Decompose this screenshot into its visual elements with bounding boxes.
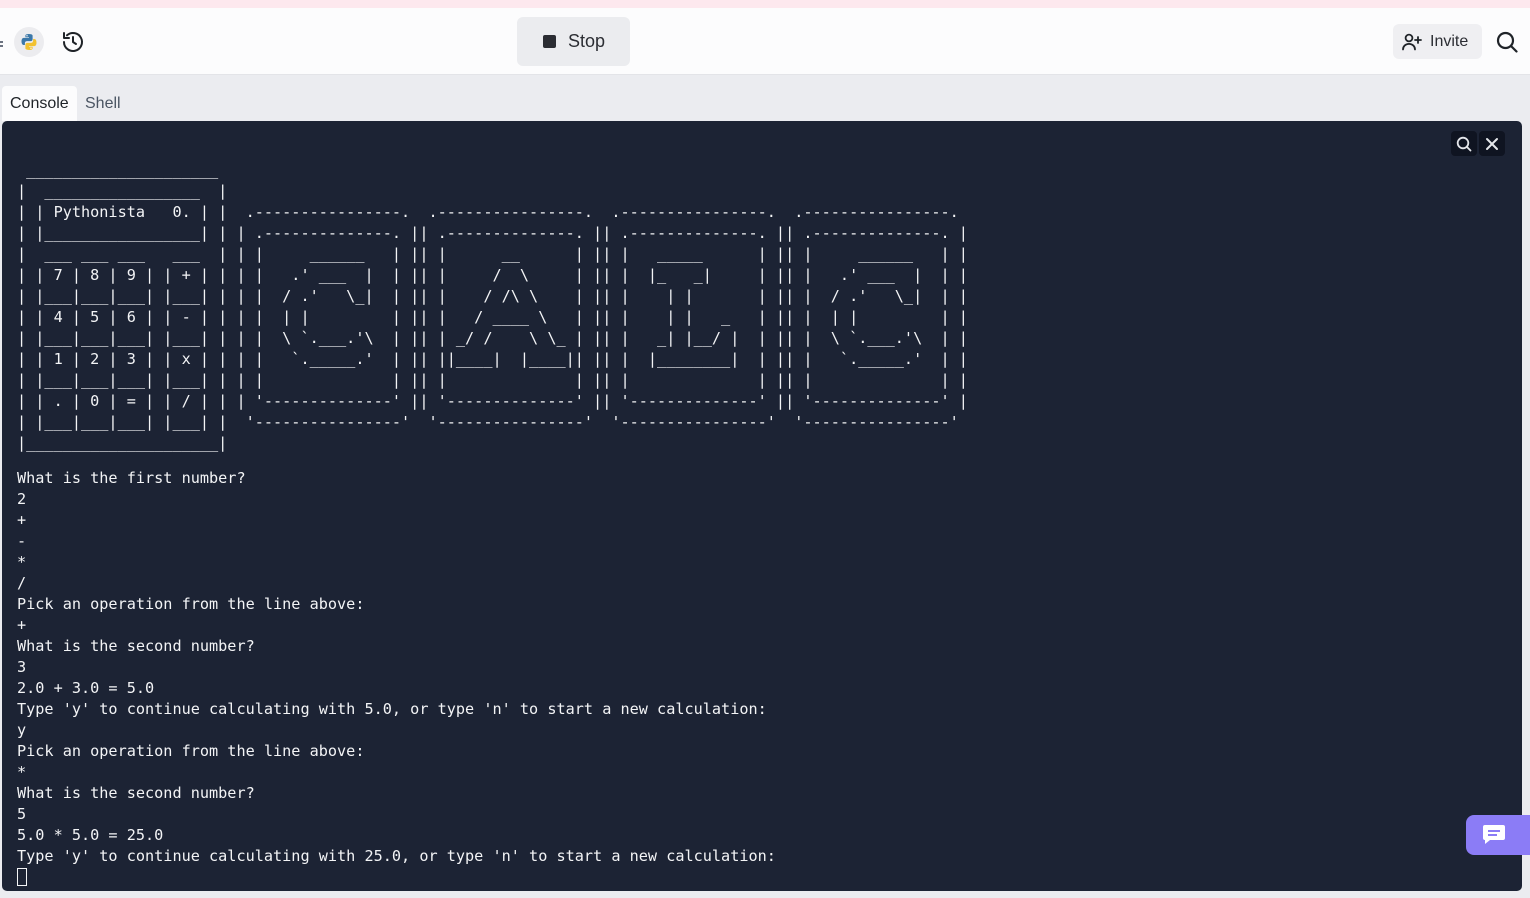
invite-button[interactable]: Invite [1393,24,1482,59]
workspace-header: Stop Invite [0,8,1530,75]
stop-button[interactable]: Stop [517,17,630,66]
console-line: 5.0 * 5.0 = 25.0 [17,826,164,844]
history-icon[interactable] [58,27,88,57]
search-icon [1456,136,1472,152]
console-output: What is the first number? 2 + - * / Pick… [17,468,776,888]
console-line: Pick an operation from the line above: [17,595,365,613]
console-toolbar [1451,131,1505,156]
top-accent-strip [0,0,1530,8]
console-panel[interactable]: _____________________ | ________________… [2,121,1522,891]
more-handle-icon[interactable] [0,41,3,47]
console-line: What is the second number? [17,784,255,802]
console-line: * [17,763,27,781]
tab-console[interactable]: Console [2,86,77,121]
search-icon [1496,31,1518,53]
console-line: Type 'y' to continue calculating with 25… [17,847,776,865]
stop-button-label: Stop [568,31,606,51]
console-line: * [17,553,27,571]
console-line: 3 [17,658,27,676]
console-line: y [17,721,27,739]
console-line: 2 [17,490,27,508]
console-line: What is the first number? [17,469,246,487]
invite-button-label: Invite [1430,32,1469,50]
console-line: + [17,616,27,634]
console-search-button[interactable] [1451,131,1477,156]
console-line: Pick an operation from the line above: [17,742,365,760]
ascii-art-banner: _____________________ | ________________… [17,161,968,452]
console-clear-button[interactable] [1479,131,1505,156]
close-icon [1485,137,1499,151]
console-line: - [17,532,27,550]
console-line: 5 [17,805,27,823]
console-line: + [17,511,27,529]
chat-button[interactable] [1466,815,1530,855]
tab-shell[interactable]: Shell [77,86,133,121]
console-line: Type 'y' to continue calculating with 5.… [17,700,767,718]
input-cursor[interactable] [17,868,27,886]
console-line: What is the second number? [17,637,255,655]
add-user-icon [1402,33,1422,51]
stop-icon [543,35,556,48]
chat-icon [1482,824,1506,846]
search-button[interactable] [1492,27,1522,57]
console-line: 2.0 + 3.0 = 5.0 [17,679,155,697]
python-icon[interactable] [14,27,44,57]
console-line: / [17,574,27,592]
tab-bar: Console Shell [0,75,1530,121]
